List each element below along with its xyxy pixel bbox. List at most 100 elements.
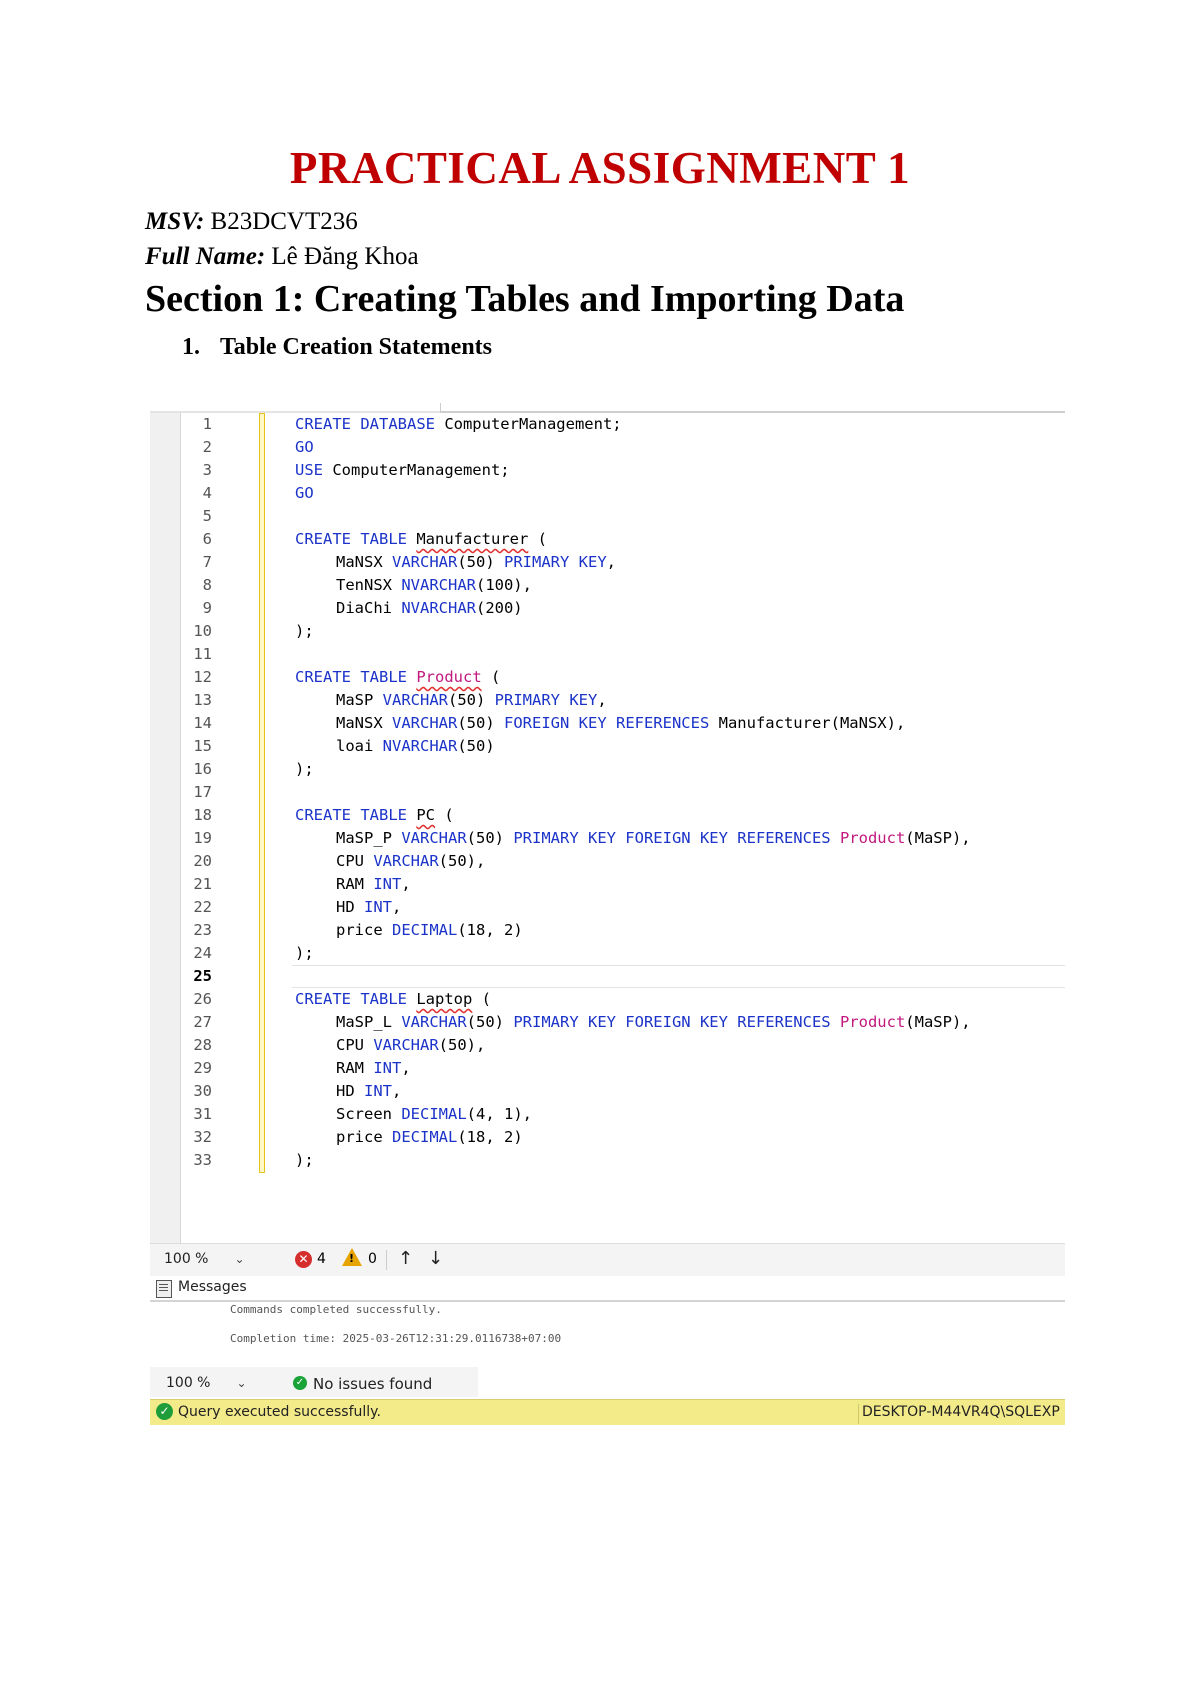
code-token: RAM xyxy=(336,875,374,893)
code-text: price DECIMAL(18, 2) xyxy=(336,1126,523,1149)
code-text: MaSP_L VARCHAR(50) PRIMARY KEY FOREIGN K… xyxy=(336,1011,971,1034)
code-line[interactable]: 29 RAM INT, xyxy=(150,1057,1065,1080)
code-token: HD xyxy=(336,1082,364,1100)
no-issues-icon: ✓ xyxy=(293,1376,307,1390)
code-line[interactable]: 32 price DECIMAL(18, 2) xyxy=(150,1126,1065,1149)
code-text: CPU VARCHAR(50), xyxy=(336,1034,485,1057)
code-line[interactable]: 3 USE ComputerManagement; xyxy=(150,459,1065,482)
code-text: GO xyxy=(295,482,314,505)
code-line[interactable]: 23 price DECIMAL(18, 2) xyxy=(150,919,1065,942)
code-token: MaSP_L xyxy=(336,1013,402,1031)
code-token: MaNSX xyxy=(336,553,392,571)
code-token: PRIMARY KEY FOREIGN KEY REFERENCES xyxy=(513,1013,831,1031)
code-line[interactable]: 16); xyxy=(150,758,1065,781)
code-line[interactable]: 22 HD INT, xyxy=(150,896,1065,919)
code-text: HD INT, xyxy=(336,896,401,919)
code-text: CREATE DATABASE ComputerManagement; xyxy=(295,413,622,436)
code-token: Laptop xyxy=(416,990,473,1008)
line-number: 3 xyxy=(202,461,212,479)
error-icon[interactable]: ✕ xyxy=(295,1251,312,1268)
code-token: price xyxy=(336,921,392,939)
code-text: MaSP_P VARCHAR(50) PRIMARY KEY FOREIGN K… xyxy=(336,827,971,850)
line-number: 19 xyxy=(193,829,212,847)
document-title: PRACTICAL ASSIGNMENT 1 xyxy=(289,143,911,193)
student-id-line: MSV: B23DCVT236 xyxy=(145,206,358,238)
code-token: MaNSX xyxy=(336,714,392,732)
code-line[interactable]: 20 CPU VARCHAR(50), xyxy=(150,850,1065,873)
code-token: USE xyxy=(295,461,323,479)
code-line[interactable]: 13 MaSP VARCHAR(50) PRIMARY KEY, xyxy=(150,689,1065,712)
code-line[interactable]: 9 DiaChi NVARCHAR(200) xyxy=(150,597,1065,620)
code-line[interactable]: 2 GO xyxy=(150,436,1065,459)
line-number: 22 xyxy=(193,898,212,916)
code-line[interactable]: 6 CREATE TABLE Manufacturer ( xyxy=(150,528,1065,551)
code-line[interactable]: 31 Screen DECIMAL(4, 1), xyxy=(150,1103,1065,1126)
arrow-up-icon[interactable]: ↑ xyxy=(398,1248,413,1269)
code-line[interactable]: 7 MaNSX VARCHAR(50) PRIMARY KEY, xyxy=(150,551,1065,574)
code-line[interactable]: 26 CREATE TABLE Laptop ( xyxy=(150,988,1065,1011)
code-token: Screen xyxy=(336,1105,402,1123)
code-line[interactable]: 21 RAM INT, xyxy=(150,873,1065,896)
check-circle-icon: ✓ xyxy=(156,1403,173,1420)
code-text: CPU VARCHAR(50), xyxy=(336,850,485,873)
code-token: Manufacturer xyxy=(416,530,529,548)
list-item-text: Table Creation Statements xyxy=(220,334,492,360)
code-line[interactable]: 17 xyxy=(150,781,1065,804)
code-line[interactable]: 30 HD INT, xyxy=(150,1080,1065,1103)
code-token: VARCHAR xyxy=(373,1036,439,1054)
code-editor[interactable]: 1 CREATE DATABASE ComputerManagement; 2 GO 3… xyxy=(150,413,1065,1172)
code-text: MaNSX VARCHAR(50) FOREIGN KEY REFERENCES… xyxy=(336,712,905,735)
code-text: GO xyxy=(295,436,314,459)
zoom-dropdown[interactable]: 100 % ⌄ xyxy=(164,1251,245,1267)
line-number: 10 xyxy=(193,622,212,640)
code-line[interactable]: 8 TenNSX NVARCHAR(100), xyxy=(150,574,1065,597)
full-name-line: Full Name: Lê Đăng Khoa xyxy=(145,241,419,273)
tab-messages[interactable]: Messages xyxy=(150,1276,1065,1302)
code-text: TenNSX NVARCHAR(100), xyxy=(336,574,532,597)
code-token: (18, 2) xyxy=(457,921,523,939)
code-line[interactable]: 10); xyxy=(150,620,1065,643)
code-token: ComputerManagement; xyxy=(434,415,622,433)
line-number: 1 xyxy=(202,415,212,433)
chevron-down-icon: ⌄ xyxy=(234,1252,245,1266)
code-line[interactable]: 24); xyxy=(150,942,1065,965)
code-token: (50), xyxy=(438,1036,486,1054)
code-token: VARCHAR xyxy=(401,829,467,847)
code-token: ( xyxy=(528,530,547,548)
code-line[interactable]: 27 MaSP_L VARCHAR(50) PRIMARY KEY FOREIGN… xyxy=(150,1011,1065,1034)
code-line[interactable]: 11 xyxy=(150,643,1065,666)
code-token: (MaSP), xyxy=(905,1013,971,1031)
results-zoom-dropdown[interactable]: 100 % ⌄ xyxy=(166,1375,247,1391)
code-token: VARCHAR xyxy=(392,714,458,732)
warning-icon[interactable]: ! xyxy=(342,1248,362,1266)
line-number: 20 xyxy=(193,852,212,870)
code-line[interactable]: 33); xyxy=(150,1149,1065,1172)
code-line[interactable]: 1 CREATE DATABASE ComputerManagement; xyxy=(150,413,1065,436)
line-number: 2 xyxy=(202,438,212,456)
code-token: ); xyxy=(295,760,314,778)
list-number: 1. xyxy=(182,334,200,360)
code-line[interactable]: 4 GO xyxy=(150,482,1065,505)
code-line[interactable]: 12 CREATE TABLE Product ( xyxy=(150,666,1065,689)
code-line[interactable]: 25 xyxy=(150,965,1065,988)
code-token: , xyxy=(606,553,616,571)
code-token: NVARCHAR xyxy=(382,737,458,755)
code-line[interactable]: 19 MaSP_P VARCHAR(50) PRIMARY KEY FOREIGN… xyxy=(150,827,1065,850)
code-text: CREATE TABLE Product ( xyxy=(295,666,500,689)
code-token: RAM xyxy=(336,1059,374,1077)
code-token: DECIMAL xyxy=(392,1128,458,1146)
code-text: ); xyxy=(295,942,314,965)
code-line[interactable]: 14 MaNSX VARCHAR(50) FOREIGN KEY REFERENC… xyxy=(150,712,1065,735)
line-number: 33 xyxy=(193,1151,212,1169)
arrow-down-icon[interactable]: ↓ xyxy=(428,1248,443,1269)
code-line[interactable]: 15 loai NVARCHAR(50) xyxy=(150,735,1065,758)
code-text: ); xyxy=(295,620,314,643)
code-token: CPU xyxy=(336,852,374,870)
code-line[interactable]: 18 CREATE TABLE PC ( xyxy=(150,804,1065,827)
code-line[interactable]: 5 xyxy=(150,505,1065,528)
code-line[interactable]: 28 CPU VARCHAR(50), xyxy=(150,1034,1065,1057)
code-text: ); xyxy=(295,758,314,781)
